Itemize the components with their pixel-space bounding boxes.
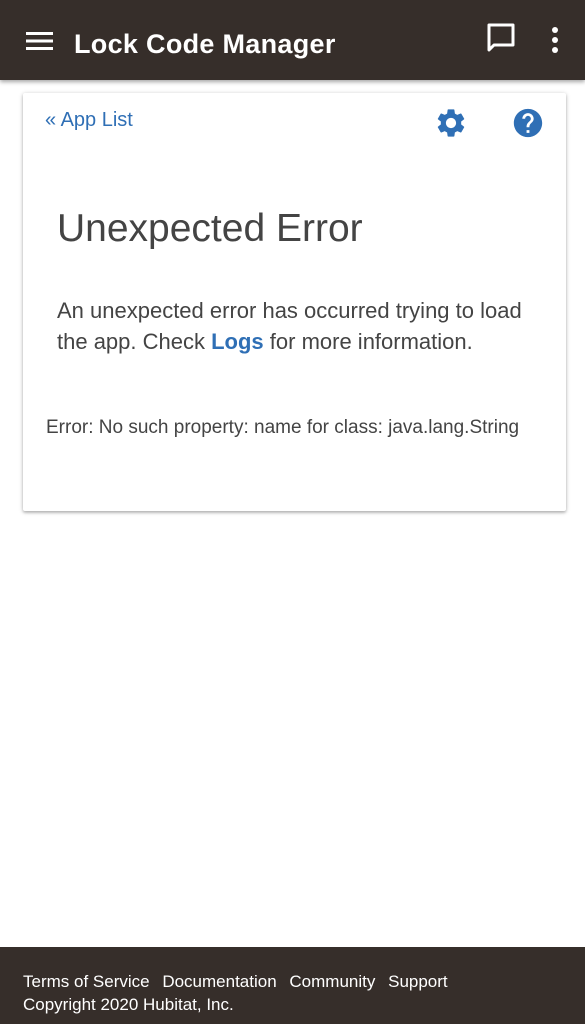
error-detail: Error: No such property: name for class:…	[46, 417, 520, 438]
footer: Terms of Service Documentation Community…	[0, 947, 585, 1024]
app-error-card: « App List Unexpected Error An unexpecte…	[23, 93, 566, 511]
footer-links: Terms of Service Documentation Community…	[23, 971, 456, 993]
error-message-text-end: for more information.	[263, 329, 473, 354]
more-vertical-icon[interactable]	[545, 26, 565, 54]
back-to-app-list-link[interactable]: « App List	[45, 107, 133, 133]
copyright: Copyright 2020 Hubitat, Inc.	[23, 995, 234, 1014]
app-title: Lock Code Manager	[74, 29, 336, 59]
error-message: An unexpected error has occurred trying …	[57, 295, 527, 357]
terms-of-service-link[interactable]: Terms of Service	[23, 972, 150, 991]
error-title: Unexpected Error	[57, 207, 363, 250]
chat-icon[interactable]	[485, 22, 517, 54]
documentation-link[interactable]: Documentation	[162, 972, 276, 991]
logs-link[interactable]: Logs	[211, 329, 264, 354]
gear-icon[interactable]	[434, 106, 468, 140]
menu-icon[interactable]	[26, 32, 53, 50]
app-bar: Lock Code Manager	[0, 0, 585, 80]
support-link[interactable]: Support	[388, 972, 448, 991]
community-link[interactable]: Community	[289, 972, 375, 991]
help-icon[interactable]	[511, 106, 545, 140]
